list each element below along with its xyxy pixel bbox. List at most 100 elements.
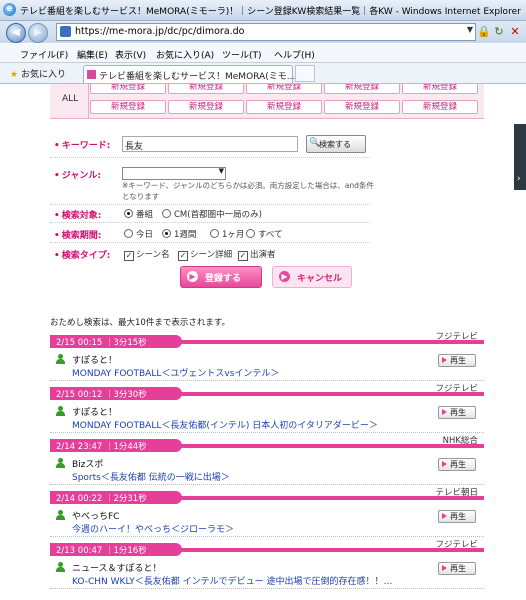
url-text: https://me-mora.jp/dc/pc/dimora.do	[75, 26, 245, 37]
genre-button-label: 新規登録	[110, 102, 145, 112]
new-tab-button[interactable]	[295, 65, 315, 82]
radio-label: 番組	[136, 210, 154, 220]
scene-title-link[interactable]: MONDAY FOOTBALL＜長友佑都(インテル) 日本人初のイタリアダービー…	[72, 418, 452, 431]
genre-new-button[interactable]: 新規登録	[168, 84, 244, 94]
favicon-icon	[87, 70, 96, 79]
result-time: 2/14 23:47 ｜1分44秒	[56, 442, 147, 452]
genre-new-button[interactable]: 新規登録	[246, 84, 322, 94]
menu-help[interactable]: ヘルプ(H)	[274, 48, 315, 61]
cancel-button[interactable]: ▶ キャンセル	[272, 266, 352, 288]
menu-favorites[interactable]: お気に入り(A)	[156, 48, 214, 61]
result-time: 2/14 00:22 ｜2分31秒	[56, 494, 147, 504]
favorites-label: お気に入り	[20, 70, 66, 80]
play-icon	[442, 513, 447, 519]
search-button[interactable]: 🔍 検索する	[306, 135, 366, 153]
genre-button-label: 新規登録	[266, 102, 301, 112]
play-icon	[442, 565, 447, 571]
play-icon	[442, 409, 447, 415]
target-cm-radio[interactable]: CM(首都圏中一局のみ)	[162, 208, 262, 220]
url-dropdown-icon[interactable]: ▼	[467, 25, 473, 34]
genre-select[interactable]: ▼	[122, 167, 226, 180]
menu-view[interactable]: 表示(V)	[115, 48, 146, 61]
register-button[interactable]: ▶ 登録する	[180, 266, 262, 288]
target-program-radio[interactable]: 番組	[124, 208, 153, 220]
genre-new-button[interactable]: 新規登録	[402, 84, 478, 94]
divider	[50, 157, 370, 158]
type-scene-name-checkbox[interactable]: ✓ シーン名	[124, 248, 170, 261]
keyword-value: 長友	[125, 142, 144, 152]
menu-tools[interactable]: ツール(T)	[222, 48, 262, 61]
genre-button-label: 新規登録	[422, 84, 457, 92]
cancel-button-label: キャンセル	[297, 274, 343, 284]
radio-label: CM(首都圏中一局のみ)	[174, 210, 262, 220]
menu-file[interactable]: ファイル(F)	[20, 48, 68, 61]
url-field[interactable]: https://me-mora.jp/dc/pc/dimora.do ▼	[56, 23, 476, 41]
type-performer-checkbox[interactable]: ✓ 出演者	[238, 248, 276, 261]
divider	[50, 432, 484, 433]
radio-label: 1ヶ月	[222, 230, 245, 240]
period-week-radio[interactable]: 1週間	[162, 228, 196, 240]
play-button[interactable]: 再生	[438, 406, 476, 419]
forward-icon[interactable]: ▶	[28, 23, 48, 43]
period-month-radio[interactable]: 1ヶ月	[210, 228, 244, 240]
window-title: テレビ番組を楽しむサービス！MeMORA(ミモーラ)！｜シーン登録KW検索結果一…	[20, 7, 521, 17]
back-icon[interactable]: ◀	[6, 23, 26, 43]
scene-title-link[interactable]: KO-CHN WKLY＜長友佑都 インテルでデビュー 途中出場で圧倒的存在感！！…	[72, 574, 452, 587]
play-button[interactable]: 再生	[438, 458, 476, 471]
radio-icon	[162, 209, 171, 218]
genre-button-label: 新規登録	[188, 102, 223, 112]
keyword-input[interactable]: 長友	[122, 136, 298, 152]
genre-new-button[interactable]: 新規登録	[246, 100, 322, 114]
genre-note: ※キーワード、ジャンルのどちらかは必須。両方設定した場合は、and条件となります	[122, 181, 374, 201]
radio-label: 1週間	[174, 230, 197, 240]
radio-checked-icon	[162, 229, 171, 238]
result-time: 2/13 00:47 ｜1分16秒	[56, 546, 147, 556]
person-icon	[56, 510, 65, 520]
chevron-right-icon: ›	[517, 174, 521, 184]
arrow-right-icon: ▶	[187, 271, 198, 282]
banner-ad[interactable]: ›	[514, 124, 526, 190]
play-button[interactable]: 再生	[438, 562, 476, 575]
genre-new-button[interactable]: 新規登録	[90, 84, 166, 94]
genre-new-button[interactable]: 新規登録	[168, 100, 244, 114]
scene-title-link[interactable]: Sports＜長友佑都 伝統の一戦に出場＞	[72, 470, 452, 483]
play-button[interactable]: 再生	[438, 510, 476, 523]
radio-icon	[210, 229, 219, 238]
checkbox-checked-icon: ✓	[124, 251, 134, 261]
play-button[interactable]: 再生	[438, 354, 476, 367]
type-scene-detail-checkbox[interactable]: ✓ シーン詳細	[178, 248, 232, 261]
stop-icon[interactable]: ✕	[508, 25, 522, 39]
genre-button-label: 新規登録	[422, 102, 457, 112]
divider	[50, 242, 370, 243]
scene-title-link[interactable]: MONDAY FOOTBALL＜ユヴェントスvsインテル＞	[72, 366, 452, 379]
register-button-label: 登録する	[205, 274, 242, 284]
type-label: 検索タイプ:	[54, 248, 111, 261]
period-all-radio[interactable]: すべて	[246, 228, 283, 240]
program-name: Bizスポ	[72, 460, 104, 470]
address-bar: ◀ ▶ https://me-mora.jp/dc/pc/dimora.do ▼…	[0, 21, 526, 43]
menu-edit[interactable]: 編集(E)	[77, 48, 108, 61]
lock-icon[interactable]: 🔒	[477, 25, 491, 39]
genre-new-button[interactable]: 新規登録	[402, 100, 478, 114]
genre-new-button[interactable]: 新規登録	[324, 84, 400, 94]
genre-button-label: 新規登録	[110, 84, 145, 92]
checkbox-label: シーン詳細	[190, 250, 233, 260]
tab-title: テレビ番組を楽しむサービス！MeMORA(ミモ...	[99, 72, 296, 82]
person-icon	[56, 406, 65, 416]
favorites-button[interactable]: ★ お気に入り	[10, 67, 66, 80]
period-today-radio[interactable]: 今日	[124, 228, 153, 240]
person-icon	[56, 458, 65, 468]
scene-title-link[interactable]: 今週のハーイ！やべっち＜ジローラモ＞	[72, 522, 452, 535]
genre-new-button[interactable]: 新規登録	[324, 100, 400, 114]
refresh-icon[interactable]: ↻	[492, 25, 506, 39]
browser-tab[interactable]: テレビ番組を楽しむサービス！MeMORA(ミモ...	[83, 65, 296, 83]
divider	[50, 536, 484, 537]
checkbox-checked-icon: ✓	[238, 251, 248, 261]
genre-all[interactable]: ALL	[50, 84, 89, 118]
divider	[50, 380, 484, 381]
radio-icon	[124, 229, 133, 238]
genre-new-button[interactable]: 新規登録	[90, 100, 166, 114]
menu-bar: ファイル(F) 編集(E) 表示(V) お気に入り(A) ツール(T) ヘルプ(…	[0, 44, 526, 63]
person-icon	[56, 562, 65, 572]
divider	[50, 484, 484, 485]
